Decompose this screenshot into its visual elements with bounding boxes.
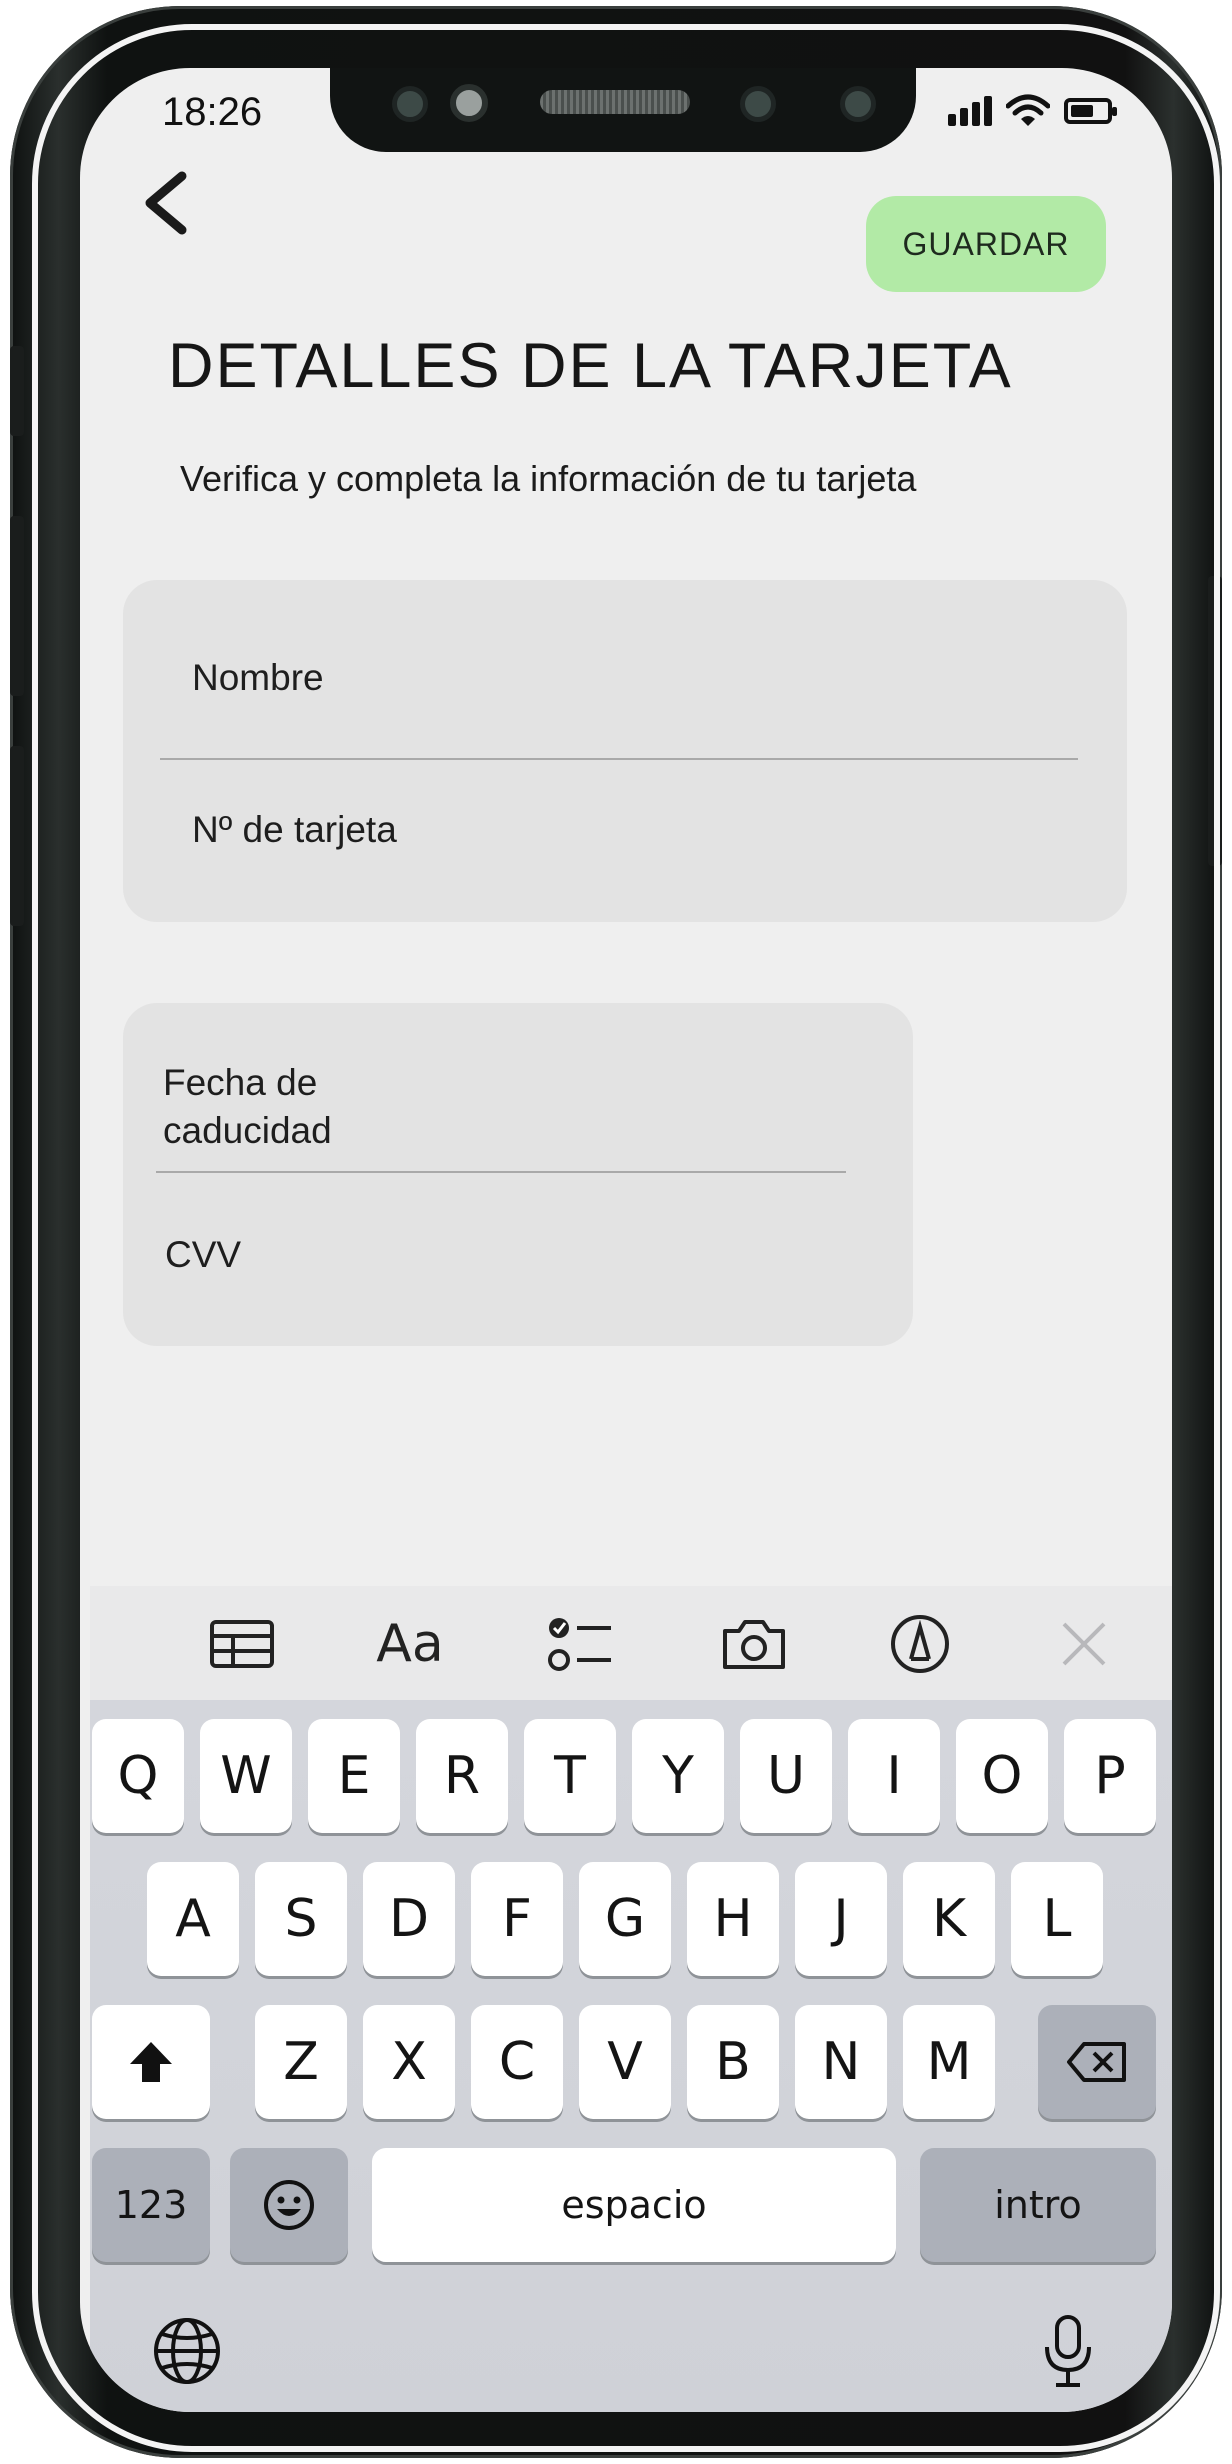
face-sensor bbox=[392, 86, 428, 122]
screen: 18:26 GUARDAR DE T A LLES DE LA TARJETA Ver… bbox=[80, 68, 1172, 2412]
key-i[interactable]: I bbox=[848, 1719, 940, 1833]
key-n[interactable]: N bbox=[795, 2005, 887, 2119]
key-o[interactable]: O bbox=[956, 1719, 1048, 1833]
key-z[interactable]: Z bbox=[255, 2005, 347, 2119]
key-r[interactable]: R bbox=[416, 1719, 508, 1833]
volume-up-button bbox=[10, 516, 24, 696]
camera-icon[interactable] bbox=[714, 1604, 794, 1684]
key-h[interactable]: H bbox=[687, 1862, 779, 1976]
shift-key[interactable] bbox=[92, 2005, 210, 2119]
save-button[interactable]: GUARDAR bbox=[866, 196, 1106, 292]
field-divider bbox=[156, 1171, 846, 1173]
page-title: DETALLES DE LA TARJETA bbox=[168, 331, 1013, 401]
key-p[interactable]: P bbox=[1064, 1719, 1156, 1833]
text-format-icon[interactable]: Aa bbox=[370, 1604, 450, 1684]
checklist-icon[interactable] bbox=[540, 1604, 620, 1684]
key-c[interactable]: C bbox=[471, 2005, 563, 2119]
status-time: 18:26 bbox=[162, 90, 263, 134]
key-w[interactable]: W bbox=[200, 1719, 292, 1833]
numbers-key[interactable]: 123 bbox=[92, 2148, 210, 2262]
key-t[interactable]: T bbox=[524, 1719, 616, 1833]
phone-frame: 18:26 GUARDAR DE T A LLES DE LA TARJETA Ver… bbox=[10, 6, 1222, 2458]
key-g[interactable]: G bbox=[579, 1862, 671, 1976]
card-info-group: Nombre Nº de tarjeta bbox=[123, 580, 1127, 922]
emoji-key[interactable] bbox=[230, 2148, 348, 2262]
key-v[interactable]: V bbox=[579, 2005, 671, 2119]
key-b[interactable]: B bbox=[687, 2005, 779, 2119]
key-x[interactable]: X bbox=[363, 2005, 455, 2119]
earpiece-speaker bbox=[540, 90, 690, 114]
shift-icon bbox=[130, 2042, 172, 2082]
expiry-label-line1: Fecha de bbox=[163, 1062, 318, 1103]
keyboard: Q W E R T Y U I O P A S D F G H J K L Z … bbox=[90, 1700, 1172, 2412]
key-l[interactable]: L bbox=[1011, 1862, 1103, 1976]
key-m[interactable]: M bbox=[903, 2005, 995, 2119]
cvv-field[interactable]: CVV bbox=[165, 1231, 241, 1279]
table-icon[interactable] bbox=[202, 1604, 282, 1684]
key-j[interactable]: J bbox=[795, 1862, 887, 1976]
key-u[interactable]: U bbox=[740, 1719, 832, 1833]
card-security-group: Fecha de caducidad CVV bbox=[123, 1003, 913, 1346]
key-y[interactable]: Y bbox=[632, 1719, 724, 1833]
name-field[interactable]: Nombre bbox=[192, 654, 324, 702]
key-k[interactable]: K bbox=[903, 1862, 995, 1976]
backspace-icon bbox=[1067, 2042, 1126, 2082]
key-s[interactable]: S bbox=[255, 1862, 347, 1976]
camera-notch bbox=[330, 68, 916, 152]
key-e[interactable]: E bbox=[308, 1719, 400, 1833]
wifi-icon bbox=[1006, 94, 1050, 126]
flood-illuminator bbox=[840, 86, 876, 122]
key-f[interactable]: F bbox=[471, 1862, 563, 1976]
keyboard-toolbar: Aa bbox=[90, 1586, 1172, 1700]
card-number-field[interactable]: Nº de tarjeta bbox=[192, 806, 397, 854]
expiry-date-field[interactable]: Fecha de caducidad bbox=[163, 1059, 332, 1155]
volume-down-button bbox=[10, 746, 24, 926]
expiry-label-line2: caducidad bbox=[163, 1110, 332, 1151]
microphone-icon[interactable] bbox=[1040, 2314, 1096, 2390]
globe-icon[interactable] bbox=[152, 2316, 222, 2386]
backspace-key[interactable] bbox=[1038, 2005, 1156, 2119]
mute-switch bbox=[10, 346, 24, 436]
close-icon[interactable] bbox=[1044, 1604, 1124, 1684]
proximity-sensor bbox=[450, 84, 488, 122]
key-q[interactable]: Q bbox=[92, 1719, 184, 1833]
field-divider bbox=[160, 758, 1078, 760]
key-d[interactable]: D bbox=[363, 1862, 455, 1976]
back-arrow-icon[interactable] bbox=[132, 168, 202, 238]
front-camera bbox=[740, 86, 776, 122]
key-a[interactable]: A bbox=[147, 1862, 239, 1976]
page-subtitle: Verifica y completa la información de tu… bbox=[180, 458, 917, 499]
signal-icon bbox=[948, 96, 992, 126]
space-key[interactable]: espacio bbox=[372, 2148, 896, 2262]
status-icons bbox=[948, 94, 1117, 128]
battery-icon bbox=[1064, 98, 1117, 124]
markup-icon[interactable] bbox=[880, 1604, 960, 1684]
emoji-icon bbox=[264, 2180, 314, 2230]
return-key[interactable]: intro bbox=[920, 2148, 1156, 2262]
